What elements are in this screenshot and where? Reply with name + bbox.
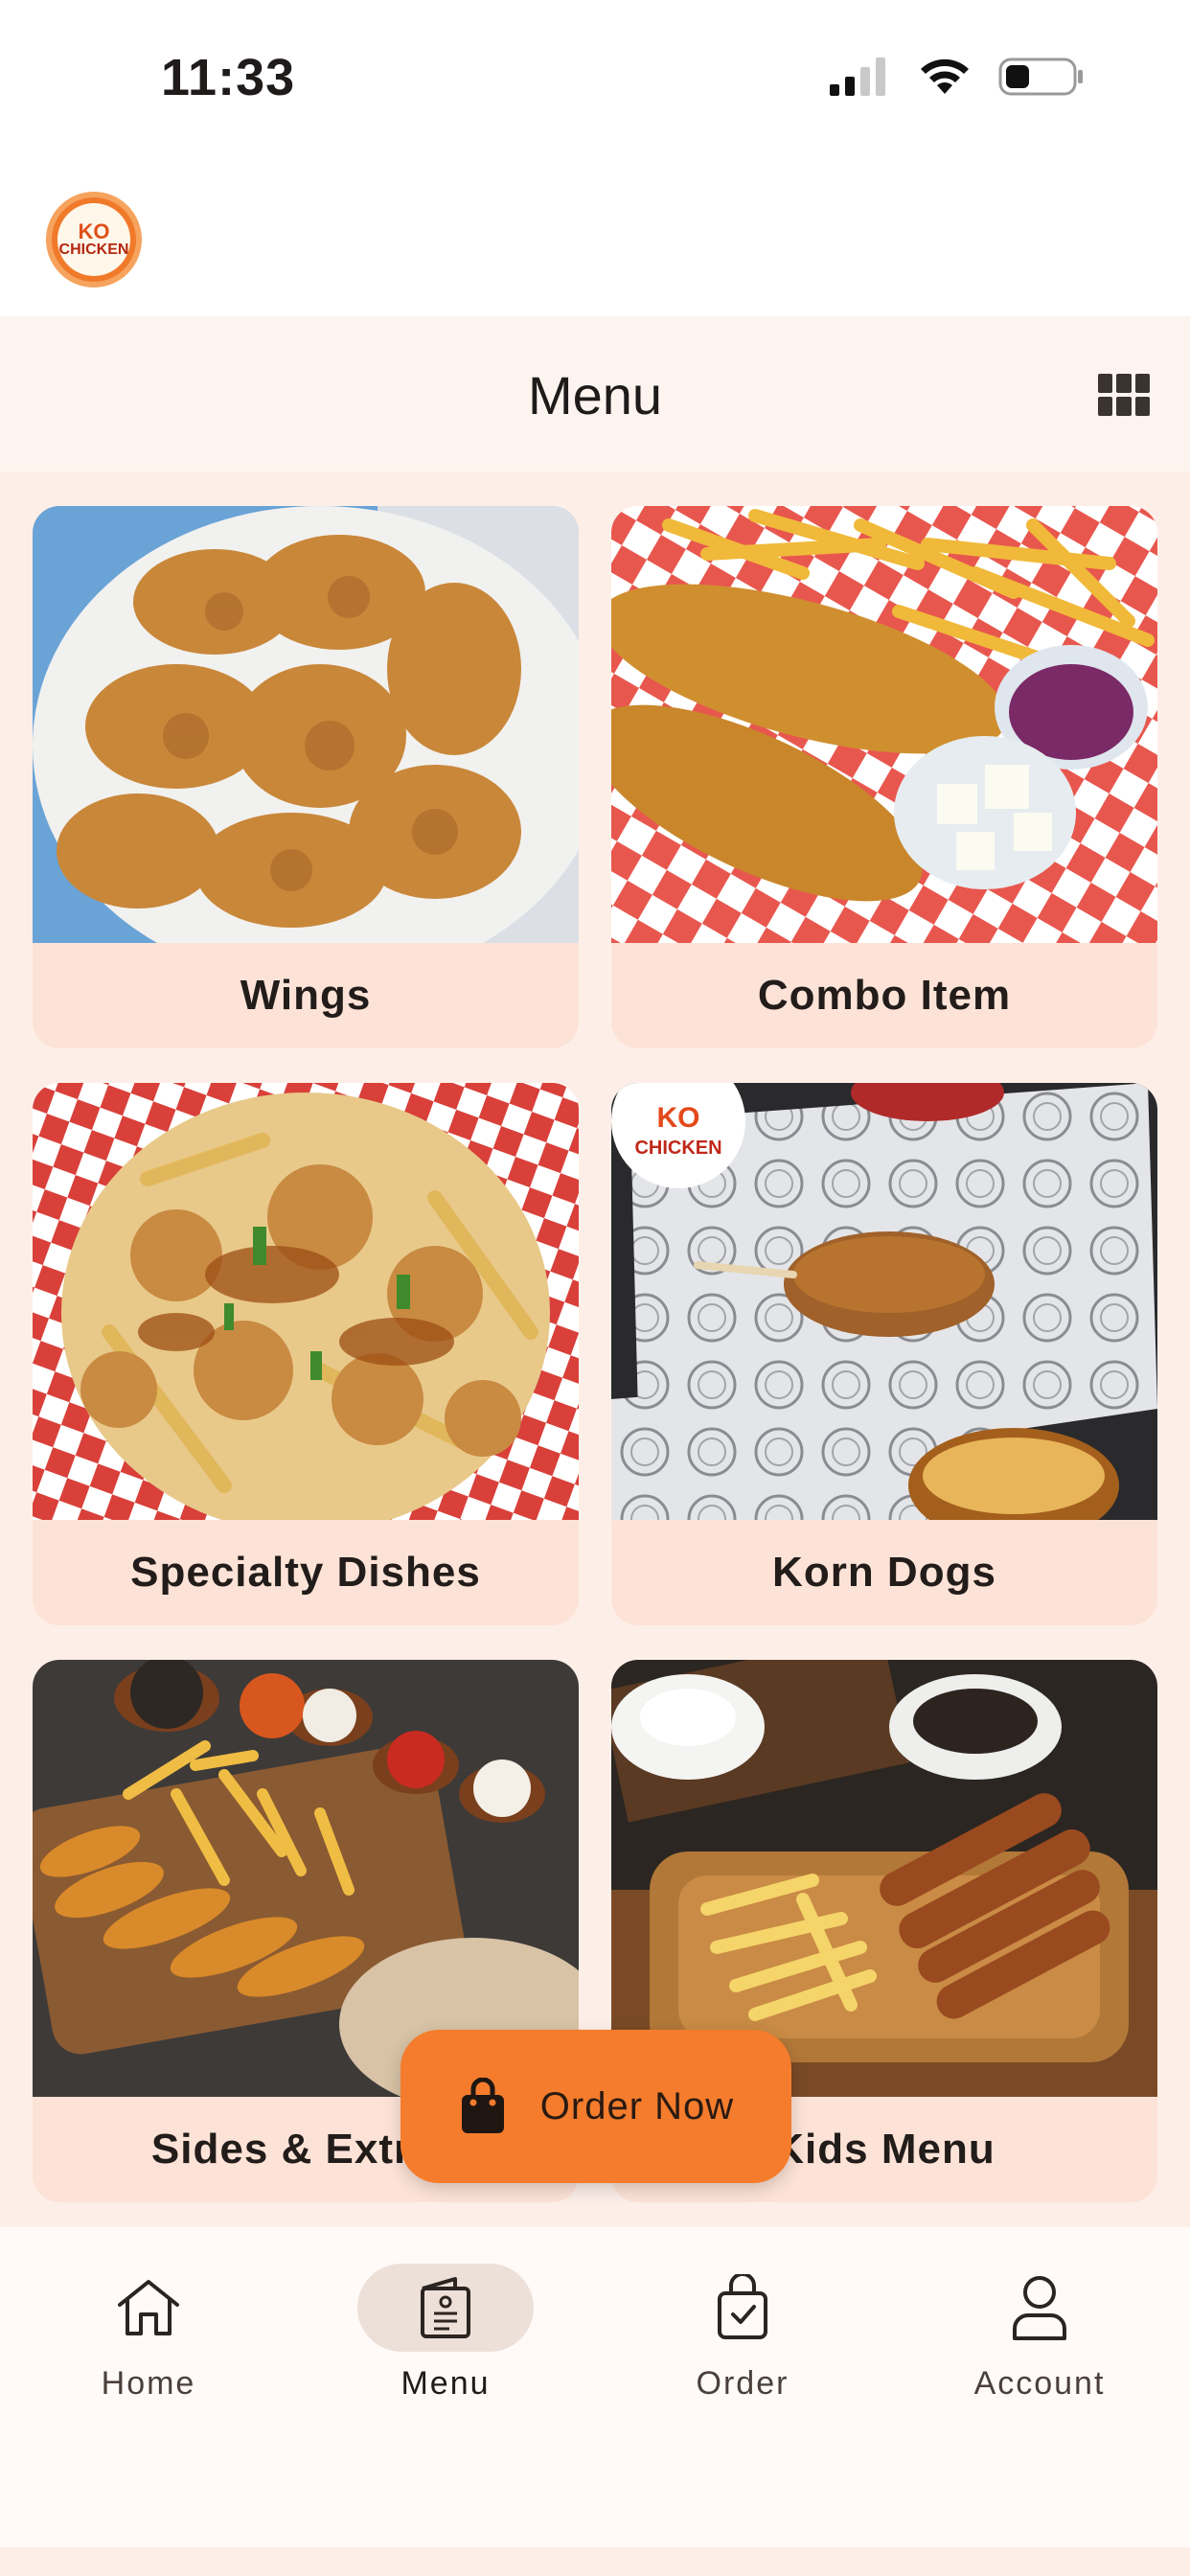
logo-text-bottom: CHICKEN xyxy=(58,242,129,258)
active-nav-pill xyxy=(357,2264,534,2352)
menu-card-specialty-dishes[interactable]: Specialty Dishes xyxy=(33,1083,579,1625)
person-icon xyxy=(1013,2276,1066,2340)
nav-item-home[interactable]: Home xyxy=(0,2264,297,2417)
status-bar: 11:33 xyxy=(0,0,1190,163)
home-icon xyxy=(118,2280,179,2335)
menu-book-icon xyxy=(421,2277,470,2338)
status-time: 11:33 xyxy=(161,49,296,106)
menu-card-label: Korn Dogs xyxy=(611,1520,1157,1625)
menu-card-label: Specialty Dishes xyxy=(33,1520,579,1625)
page-title: Menu xyxy=(527,365,663,426)
brand-logo[interactable]: KO CHICKEN xyxy=(46,192,142,288)
title-bar: Menu xyxy=(0,316,1190,472)
wings-image xyxy=(33,506,579,943)
cellular-signal-icon xyxy=(830,58,885,96)
menu-card-label: Wings xyxy=(33,943,579,1048)
menu-card-korn-dogs[interactable]: KO CHICKEN Korn Dogs xyxy=(611,1083,1157,1625)
nav-label: Account xyxy=(973,2365,1106,2402)
brand-logo-mark: KO CHICKEN xyxy=(57,203,130,276)
bottom-navigation: Home Menu Order Account xyxy=(0,2227,1190,2547)
nav-item-order[interactable]: Order xyxy=(594,2264,891,2417)
shopping-bag-icon xyxy=(461,2078,504,2133)
korn-dogs-image: KO CHICKEN xyxy=(611,1083,1157,1520)
nav-item-menu[interactable]: Menu xyxy=(297,2264,594,2417)
app-header: KO CHICKEN xyxy=(0,163,1190,316)
svg-text:KO: KO xyxy=(657,1102,700,1134)
grid-view-icon[interactable] xyxy=(1098,374,1150,416)
battery-icon xyxy=(998,58,1083,96)
specialty-dishes-image xyxy=(33,1083,579,1520)
nav-label: Home xyxy=(101,2365,196,2402)
status-icons xyxy=(830,56,1085,98)
menu-grid: Wings Combo Item Specialty Dishes KO CHI… xyxy=(0,472,1190,2227)
menu-card-combo-item[interactable]: Combo Item xyxy=(611,506,1157,1048)
order-now-label: Order Now xyxy=(539,2084,735,2128)
nav-item-account[interactable]: Account xyxy=(891,2264,1188,2417)
combo-item-image xyxy=(611,506,1157,943)
menu-card-wings[interactable]: Wings xyxy=(33,506,579,1048)
nav-label: Menu xyxy=(400,2365,491,2402)
svg-text:CHICKEN: CHICKEN xyxy=(634,1138,721,1159)
nav-label: Order xyxy=(696,2365,790,2402)
bag-check-icon xyxy=(718,2274,767,2339)
order-now-button[interactable]: Order Now xyxy=(400,2030,791,2183)
logo-text-top: KO xyxy=(78,219,110,243)
home-indicator-area xyxy=(0,2547,1190,2576)
wifi-icon xyxy=(921,58,969,94)
menu-card-label: Combo Item xyxy=(611,943,1157,1048)
